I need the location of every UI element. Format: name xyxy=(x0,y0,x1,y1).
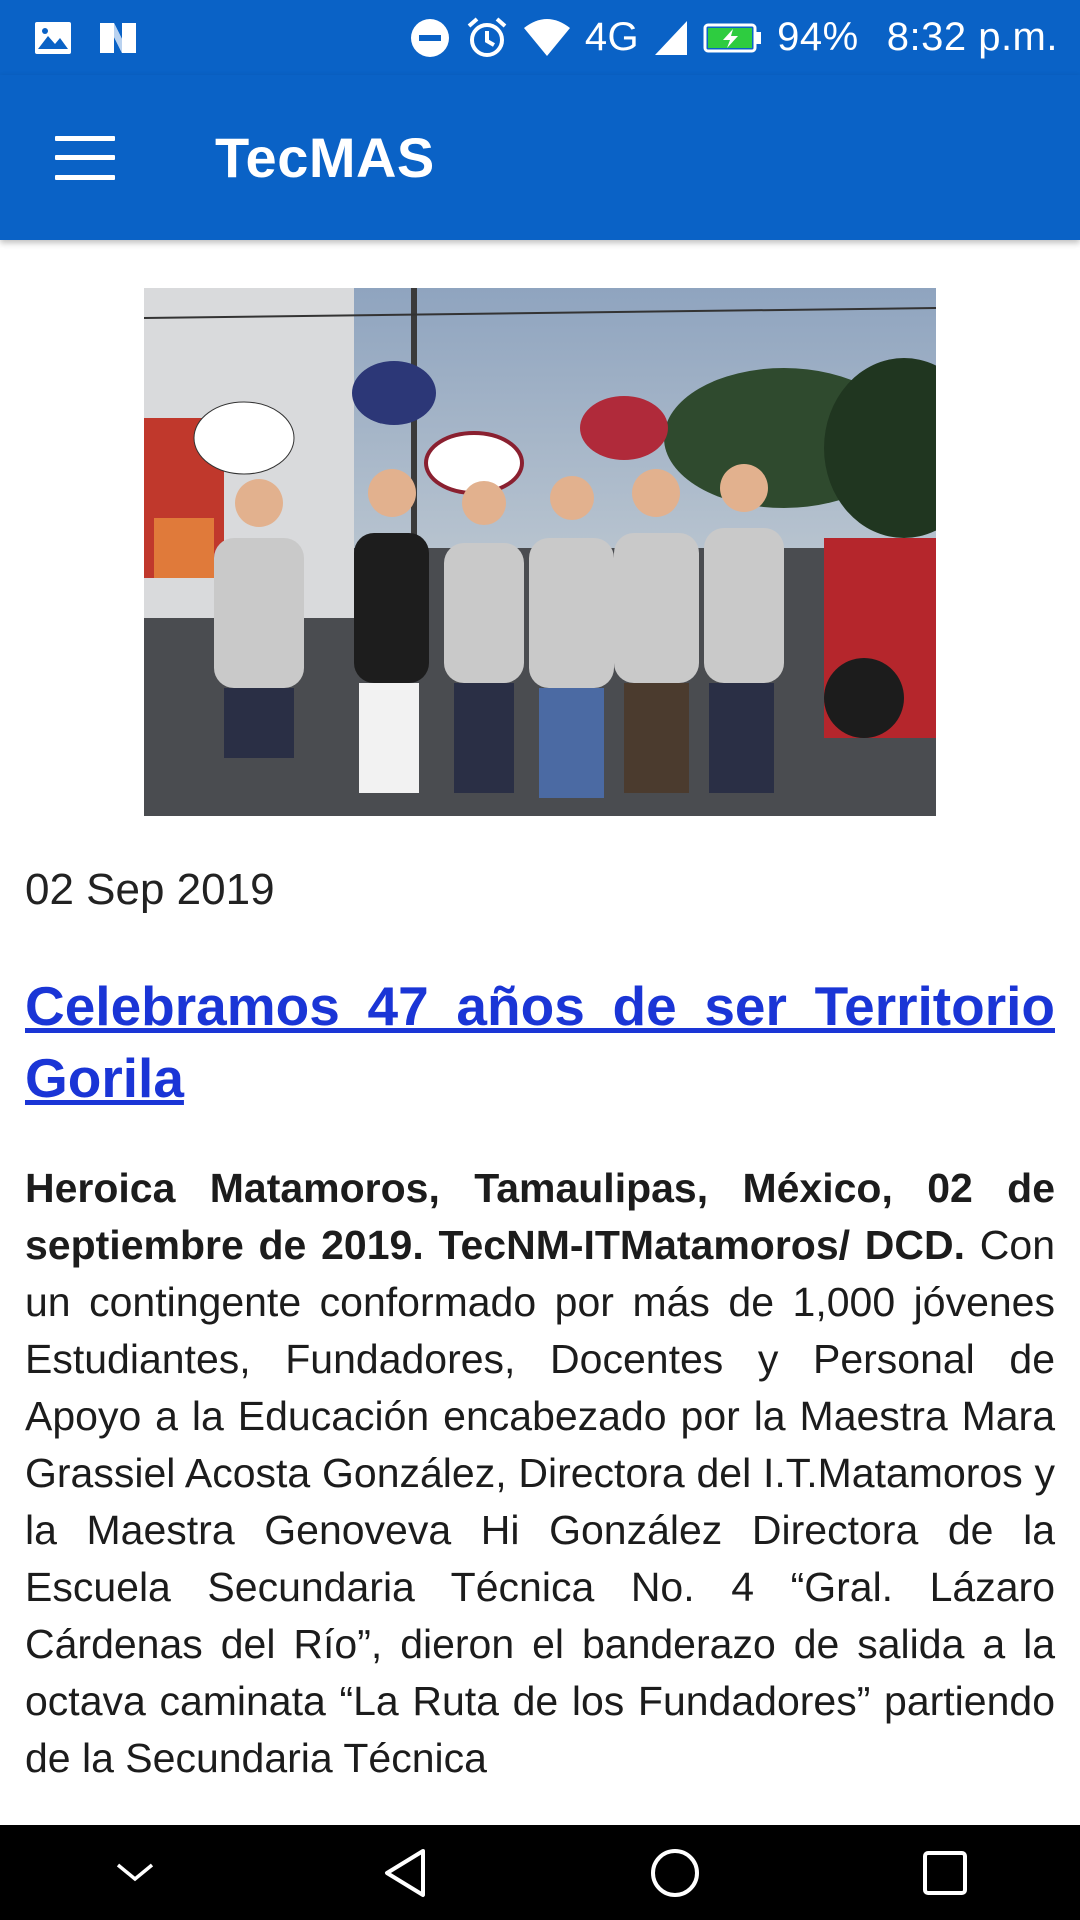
article-photo xyxy=(144,288,936,816)
collapse-icon[interactable] xyxy=(90,1833,180,1913)
battery-percent: 94% xyxy=(777,15,859,59)
article-date: 02 Sep 2019 xyxy=(25,865,275,914)
navigation-bar xyxy=(0,1825,1080,1920)
article-lead: Heroica Matamoros, Tamaulipas, México, 0… xyxy=(25,1165,1055,1268)
do-not-disturb-icon xyxy=(409,17,451,59)
battery-charging-icon xyxy=(703,22,763,54)
back-icon[interactable] xyxy=(360,1833,450,1913)
hamburger-menu-icon[interactable] xyxy=(55,135,115,180)
recents-icon[interactable] xyxy=(900,1833,990,1913)
home-icon[interactable] xyxy=(630,1833,720,1913)
clock: 8:32 p.m. xyxy=(886,15,1058,59)
status-bar: 4G 94% 8:32 p.m. xyxy=(0,0,1080,75)
app-bar: TecMAS xyxy=(0,75,1080,240)
article-text: Con un contingente conformado por más de… xyxy=(25,1222,1056,1781)
signal-icon xyxy=(653,19,689,57)
app-title: TecMAS xyxy=(215,126,435,189)
network-type: 4G xyxy=(584,15,640,59)
article-body: Heroica Matamoros, Tamaulipas, México, 0… xyxy=(25,1160,1055,1787)
gallery-icon xyxy=(34,21,72,55)
article-title-link[interactable]: Celebramos 47 años de ser Territorio Gor… xyxy=(25,970,1055,1114)
wifi-icon xyxy=(523,18,571,58)
n-app-icon xyxy=(98,21,138,55)
article-content[interactable]: 02 Sep 2019 Celebramos 47 años de ser Te… xyxy=(0,240,1080,1825)
alarm-icon xyxy=(465,16,509,60)
